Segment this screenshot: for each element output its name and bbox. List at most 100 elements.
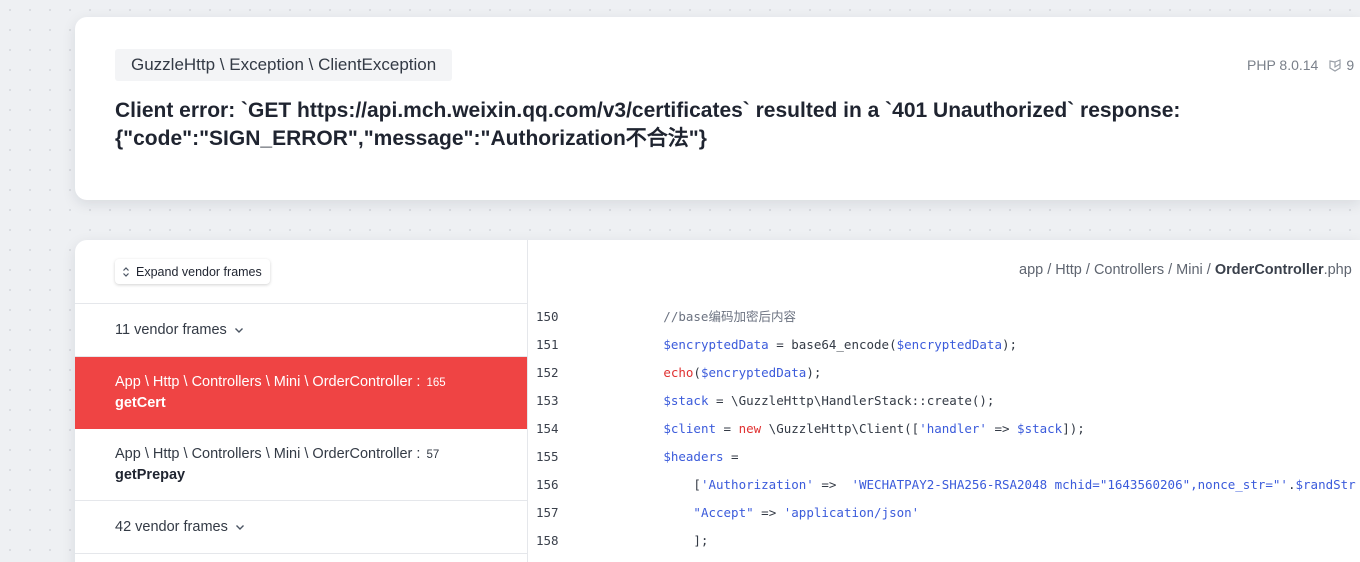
expand-vendor-frames-label: Expand vendor frames — [136, 264, 262, 279]
code-token: new — [738, 421, 762, 436]
code-text: $stack = \GuzzleHttp\HandlerStack::creat… — [573, 387, 994, 415]
line-number: 150 — [536, 309, 559, 324]
code-token: = base64_encode( — [768, 337, 897, 352]
code-token: 'handler' — [919, 421, 987, 436]
environment-info: PHP 8.0.14 9 — [1247, 57, 1354, 73]
code-token: => — [813, 477, 852, 492]
code-line: 158 ]; — [528, 527, 1360, 555]
frame-method: getCert — [115, 395, 166, 411]
code-token: echo — [663, 365, 694, 380]
line-number: 153 — [536, 393, 559, 408]
code-text: echo($encryptedData); — [573, 359, 821, 387]
code-token: ]; — [573, 533, 709, 548]
exception-class-badge: GuzzleHttp \ Exception \ ClientException — [115, 49, 453, 81]
code-token: $encryptedData — [663, 337, 769, 352]
code-token: 'Authorization' — [700, 477, 814, 492]
code-token: $client — [663, 421, 716, 436]
code-text: ['Authorization' => 'WECHATPAY2-SHA256-R… — [573, 471, 1356, 499]
expand-collapse-icon — [121, 266, 131, 278]
code-token: $encryptedData — [896, 337, 1002, 352]
code-token: 'WECHATPAY2-SHA256-RSA2048 mchid="164356… — [851, 477, 1288, 492]
code-lines: 150 //base编码加密后内容 151 $encryptedData = ba… — [528, 303, 1360, 555]
line-number: 154 — [536, 421, 559, 436]
frame-class-name: App \ Http \ Controllers \ Mini \ OrderC… — [115, 374, 413, 390]
chevron-down-icon — [233, 324, 245, 336]
line-number: 155 — [536, 449, 559, 464]
code-text: ]; — [573, 527, 708, 555]
code-token: [ — [573, 477, 701, 492]
code-token: $stack — [663, 393, 709, 408]
code-line: 157 "Accept" => 'application/json' — [528, 499, 1360, 527]
code-token: $encryptedData — [700, 365, 807, 380]
stack-frame-active[interactable]: App \ Http \ Controllers \ Mini \ OrderC… — [75, 357, 527, 429]
code-token: ]); — [1062, 421, 1085, 436]
exception-header-card: GuzzleHttp \ Exception \ ClientException… — [75, 17, 1360, 200]
line-number: 157 — [536, 505, 559, 520]
code-token: ); — [806, 365, 822, 380]
code-token: => — [753, 505, 784, 520]
line-number: 158 — [536, 533, 559, 548]
code-token: \GuzzleHttp\Client([ — [761, 421, 920, 436]
line-number: 151 — [536, 337, 559, 352]
exception-message: Client error: `GET https://api.mch.weixi… — [115, 99, 1181, 150]
frame-class: App \ Http \ Controllers \ Mini \ OrderC… — [115, 374, 446, 390]
chevron-down-icon — [234, 521, 246, 533]
code-line: 153 $stack = \GuzzleHttp\HandlerStack::c… — [528, 387, 1360, 415]
code-token: ( — [693, 365, 701, 380]
frame-line-number: 165 — [426, 377, 446, 389]
code-token: => — [986, 421, 1018, 436]
code-line: 156 ['Authorization' => 'WECHATPAY2-SHA2… — [528, 471, 1360, 499]
stack-trace-card: Expand vendor frames 11 vendor frames Ap… — [75, 240, 1360, 562]
line-number: 152 — [536, 365, 559, 380]
vendor-frames-label: 42 vendor frames — [115, 519, 228, 535]
code-text: $encryptedData = base64_encode($encrypte… — [573, 331, 1017, 359]
expand-vendor-row: Expand vendor frames — [75, 240, 527, 304]
frame-line-number: 57 — [426, 449, 440, 461]
code-token: ); — [1001, 337, 1018, 352]
code-line: 152 echo($encryptedData); — [528, 359, 1360, 387]
code-line: 155 $headers = — [528, 443, 1360, 471]
frames-list: Expand vendor frames 11 vendor frames Ap… — [75, 240, 528, 562]
frame-class: App \ Http \ Controllers \ Mini \ OrderC… — [115, 446, 440, 462]
line-number: 156 — [536, 477, 559, 492]
code-line: 150 //base编码加密后内容 — [528, 303, 1360, 331]
code-line: 154 $client = new \GuzzleHttp\Client(['h… — [528, 415, 1360, 443]
code-text: "Accept" => 'application/json' — [573, 499, 919, 527]
code-token: = — [716, 421, 739, 436]
code-line: 151 $encryptedData = base64_encode($encr… — [528, 331, 1360, 359]
stack-frame[interactable]: App \ Http \ Controllers \ Mini \ OrderC… — [75, 429, 527, 501]
code-token: //base编码加密后内容 — [573, 309, 796, 324]
laravel-version: 9 — [1346, 57, 1355, 73]
vendor-frames-group[interactable]: 11 vendor frames — [75, 304, 527, 357]
frame-class-name: App \ Http \ Controllers \ Mini \ OrderC… — [115, 446, 413, 462]
code-token: $headers — [663, 449, 724, 464]
frame-method: getPrepay — [115, 467, 186, 483]
code-token: $randStr — [1295, 477, 1356, 492]
vendor-frames-label: 11 vendor frames — [115, 322, 227, 338]
vendor-frames-group[interactable]: 42 vendor frames — [75, 501, 527, 554]
laravel-icon — [1328, 58, 1342, 72]
code-text: //base编码加密后内容 — [573, 303, 796, 331]
file-name: OrderController — [1214, 262, 1324, 278]
code-token: "Accept" — [693, 505, 754, 520]
laravel-version-group: 9 — [1328, 57, 1354, 73]
file-extension: .php — [1323, 262, 1352, 278]
file-path: app / Http / Controllers / Mini / OrderC… — [1019, 262, 1352, 278]
php-version: PHP 8.0.14 — [1247, 57, 1319, 73]
expand-vendor-frames-button[interactable]: Expand vendor frames — [115, 259, 270, 284]
code-token: = \GuzzleHttp\HandlerStack::create(); — [708, 393, 995, 408]
code-viewer: app / Http / Controllers / Mini / OrderC… — [528, 240, 1360, 562]
code-text: $headers = — [573, 443, 739, 471]
code-token: = — [723, 449, 739, 464]
code-token: $stack — [1017, 421, 1063, 436]
code-token: 'application/json' — [783, 505, 920, 520]
file-path-dir: app / Http / Controllers / Mini / — [1019, 262, 1215, 278]
code-text: $client = new \GuzzleHttp\Client(['handl… — [573, 415, 1085, 443]
code-token: . — [1287, 477, 1296, 492]
